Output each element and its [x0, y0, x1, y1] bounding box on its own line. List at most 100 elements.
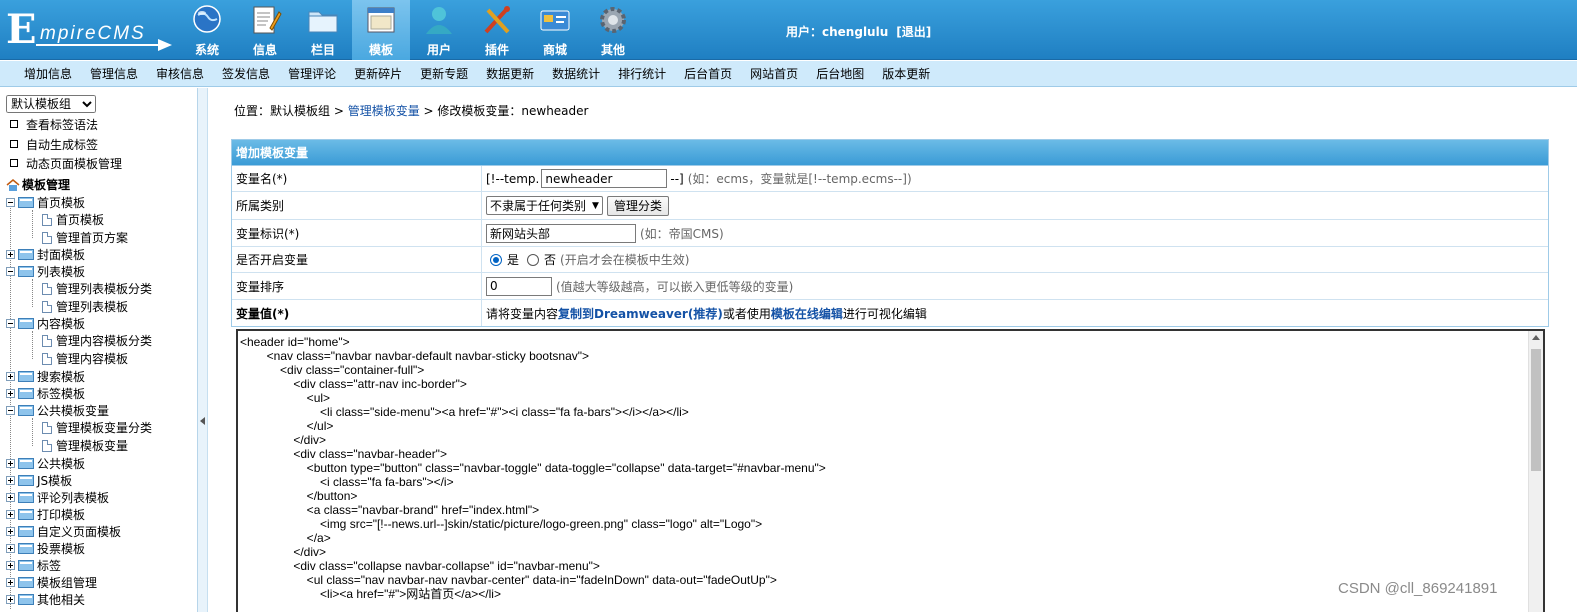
expand-icon[interactable] — [6, 544, 15, 553]
topnav-info[interactable]: 信息 — [236, 0, 294, 60]
collapse-icon[interactable] — [6, 406, 15, 415]
tree-node-public-vars[interactable]: 公共模板变量 — [6, 402, 109, 419]
folder-tree-icon — [18, 458, 34, 469]
subnav-version-update[interactable]: 版本更新 — [882, 65, 930, 82]
tree-leaf-content-category[interactable]: 管理内容模板分类 — [42, 332, 152, 349]
subnav-update-topic[interactable]: 更新专题 — [420, 65, 468, 82]
tree-node-custom-page-template[interactable]: 自定义页面模板 — [6, 523, 121, 540]
tree-node-label: 标签模板 — [37, 387, 86, 401]
tree-leaf-var-manage[interactable]: 管理模板变量 — [42, 437, 128, 454]
user-info: 用户：chenglulu [退出] — [786, 23, 931, 40]
sidebar-item-label: 查看标签语法 — [26, 117, 99, 132]
collapse-icon[interactable] — [6, 319, 15, 328]
tree-leaf-label: 管理模板变量分类 — [56, 421, 153, 435]
scroll-thumb[interactable] — [1531, 349, 1541, 471]
tree-leaf-index-template[interactable]: 首页模板 — [42, 211, 104, 228]
category-select[interactable]: 不隶属于任何类别 ▼ — [486, 196, 603, 215]
topnav-template[interactable]: 模板 — [352, 0, 410, 60]
tree-root[interactable]: 模板管理 — [6, 176, 70, 193]
expand-icon[interactable] — [6, 578, 15, 587]
sidebar-view-tag-syntax[interactable]: 查看标签语法 — [10, 116, 98, 132]
template-group-select[interactable]: 默认模板组 — [6, 95, 96, 113]
tree-node-label: 打印模板 — [37, 508, 86, 522]
subnav-rank-stats[interactable]: 排行统计 — [618, 65, 666, 82]
sidebar-splitter[interactable] — [198, 88, 208, 612]
copy-to-dreamweaver-link[interactable]: 复制到Dreamweaver(推荐) — [558, 305, 723, 322]
tree-leaf-content-manage[interactable]: 管理内容模板 — [42, 350, 128, 367]
tree-leaf-list-category[interactable]: 管理列表模板分类 — [42, 280, 152, 297]
tree-node-search-template[interactable]: 搜索模板 — [6, 368, 85, 385]
expand-icon[interactable] — [6, 527, 15, 536]
tree-node-comment-list-template[interactable]: 评论列表模板 — [6, 489, 109, 506]
subnav-data-update[interactable]: 数据更新 — [486, 65, 534, 82]
expand-icon[interactable] — [6, 510, 15, 519]
subnav-data-stats[interactable]: 数据统计 — [552, 65, 600, 82]
tree-node-vote-template[interactable]: 投票模板 — [6, 540, 85, 557]
tree-leaf-index-scheme[interactable]: 管理首页方案 — [42, 229, 128, 246]
tree-node-print-template[interactable]: 打印模板 — [6, 506, 85, 523]
sidebar-auto-generate-tag[interactable]: 自动生成标签 — [10, 136, 98, 152]
breadcrumb-link-manage-vars[interactable]: 管理模板变量 — [348, 104, 420, 118]
tree-node-public-template[interactable]: 公共模板 — [6, 455, 85, 472]
tree-node-content-template[interactable]: 内容模板 — [6, 315, 85, 332]
tree-node-tag-template[interactable]: 标签模板 — [6, 385, 85, 402]
subnav-audit-info[interactable]: 审核信息 — [156, 65, 204, 82]
collapse-icon[interactable] — [6, 198, 15, 207]
empirecms-logo[interactable]: E mpireCMS — [6, 10, 176, 52]
online-editor-link[interactable]: 模板在线编辑 — [771, 305, 843, 322]
subnav-admin-home[interactable]: 后台首页 — [684, 65, 732, 82]
collapse-icon[interactable] — [6, 267, 15, 276]
expand-icon[interactable] — [6, 459, 15, 468]
form-title: 增加模板变量 — [232, 140, 1548, 166]
manage-category-button[interactable]: 管理分类 — [606, 195, 669, 216]
tree-node-other[interactable]: 其他相关 — [6, 591, 85, 608]
expand-icon[interactable] — [6, 493, 15, 502]
var-value-textarea[interactable]: <header id="home"> <nav class="navbar na… — [236, 329, 1545, 612]
square-bullet-icon — [10, 159, 18, 167]
subnav-manage-comment[interactable]: 管理评论 — [288, 65, 336, 82]
row-order: 变量排序 0 (值越大等级越高，可以嵌入更低等级的变量) — [232, 273, 1548, 300]
sidebar-dynamic-page-template[interactable]: 动态页面模板管理 — [10, 155, 122, 171]
var-name-input[interactable]: newheader — [541, 169, 668, 188]
page-tree-icon — [42, 334, 52, 347]
topnav-column[interactable]: 栏目 — [294, 0, 352, 60]
collapse-left-icon[interactable] — [200, 417, 205, 425]
logo-text: mpireCMS — [40, 23, 146, 44]
tree-leaf-list-manage[interactable]: 管理列表模板 — [42, 298, 128, 315]
expand-icon[interactable] — [6, 561, 15, 570]
tree-node-template-group[interactable]: 模板组管理 — [6, 574, 97, 591]
folder-icon — [306, 4, 340, 36]
subnav-add-info[interactable]: 增加信息 — [24, 65, 72, 82]
var-value-text-3: 进行可视化编辑 — [842, 306, 927, 321]
topnav-plugin[interactable]: 插件 — [468, 0, 526, 60]
logout-link[interactable]: [退出] — [896, 25, 931, 39]
subnav-manage-info[interactable]: 管理信息 — [90, 65, 138, 82]
order-input[interactable]: 0 — [486, 276, 552, 296]
template-var-form: 增加模板变量 变量名(*) [!--temp. newheader --] (如… — [231, 139, 1549, 327]
topnav-other[interactable]: 其他 — [584, 0, 642, 60]
tree-node-js-template[interactable]: JS模板 — [6, 472, 72, 489]
enabled-value-cell: 是 否 (开启才会在模板中生效) — [482, 247, 1548, 272]
expand-icon[interactable] — [6, 595, 15, 604]
expand-icon[interactable] — [6, 476, 15, 485]
topnav-shop[interactable]: 商城 — [526, 0, 584, 60]
expand-icon[interactable] — [6, 250, 15, 259]
tree-node-cover-template[interactable]: 封面模板 — [6, 246, 85, 263]
textarea-scrollbar[interactable] — [1528, 331, 1543, 612]
expand-icon[interactable] — [6, 389, 15, 398]
tree-node-tags[interactable]: 标签 — [6, 557, 61, 574]
subnav-site-home[interactable]: 网站首页 — [750, 65, 798, 82]
expand-icon[interactable] — [6, 372, 15, 381]
enabled-no-radio[interactable] — [527, 253, 540, 266]
enabled-yes-radio[interactable] — [490, 253, 502, 266]
topnav-user[interactable]: 用户 — [410, 0, 468, 60]
subnav-update-fragment[interactable]: 更新碎片 — [354, 65, 402, 82]
var-title-input[interactable]: 新网站头部 — [486, 223, 636, 243]
tree-leaf-var-category[interactable]: 管理模板变量分类 — [42, 419, 152, 436]
tree-node-index-template[interactable]: 首页模板 — [6, 194, 85, 211]
tree-node-list-template[interactable]: 列表模板 — [6, 263, 85, 280]
scroll-up-arrow-icon[interactable] — [1532, 335, 1540, 340]
subnav-admin-map[interactable]: 后台地图 — [816, 65, 864, 82]
topnav-system[interactable]: 系统 — [178, 0, 236, 60]
subnav-sign-info[interactable]: 签发信息 — [222, 65, 270, 82]
